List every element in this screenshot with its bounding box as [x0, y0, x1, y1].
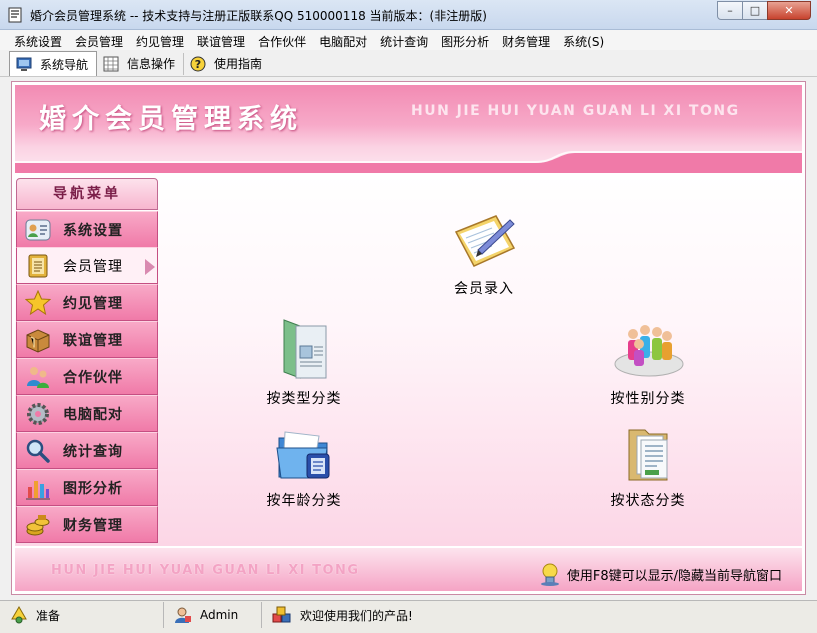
- by-type-label: 按类型分类: [266, 391, 342, 407]
- banner: 婚介会员管理系统 HUN JIE HUI YUAN GUAN LI XI TON…: [15, 85, 802, 173]
- menu-computer-matching[interactable]: 电脑配对: [313, 30, 374, 50]
- nav-item-label: 图形分析: [63, 480, 123, 497]
- content-area: 导航菜单 系统设置 会员管理 约见管理 联谊管理 合作伙伴 电脑配对 统计查询 …: [15, 174, 802, 546]
- tab-system-navigation[interactable]: 系统导航: [9, 51, 98, 76]
- status-message: 欢迎使用我们的产品!: [262, 602, 817, 628]
- by-gender-button[interactable]: 按性别分类: [603, 316, 693, 408]
- box-icon: [26, 328, 50, 353]
- status-ready-text: 准备: [36, 608, 61, 623]
- people-group-icon: [614, 325, 684, 377]
- minimize-button[interactable]: –: [717, 1, 743, 20]
- lightbulb-icon: [540, 563, 559, 586]
- status-bar: 准备 Admin 欢迎使用我们的产品!: [0, 600, 817, 633]
- menu-system[interactable]: 系统(S): [557, 30, 611, 50]
- partners-icon: [27, 366, 49, 388]
- folder-document-icon: [283, 319, 327, 379]
- gear-icon: [27, 402, 49, 425]
- nav-item-finance-management[interactable]: 财务管理: [16, 506, 158, 543]
- nav-item-label: 统计查询: [63, 443, 123, 460]
- banner-wave: [15, 151, 802, 173]
- nav-item-system-settings[interactable]: 系统设置: [16, 211, 158, 248]
- menu-finance-management[interactable]: 财务管理: [496, 30, 557, 50]
- menu-appointment-management[interactable]: 约见管理: [130, 30, 191, 50]
- restore-button[interactable]: □: [742, 1, 768, 20]
- nav-item-label: 联谊管理: [63, 332, 123, 349]
- nav-item-label: 约见管理: [63, 295, 123, 312]
- tab-label: 系统导航: [40, 57, 89, 72]
- nav-menu-header: 导航菜单: [16, 178, 158, 210]
- folder-papers-icon: [628, 429, 668, 481]
- status-ready-icon: [11, 606, 27, 624]
- by-status-button[interactable]: 按状态分类: [603, 424, 693, 510]
- close-button[interactable]: ✕: [767, 1, 811, 20]
- nav-item-label: 系统设置: [63, 222, 123, 239]
- member-entry-label: 会员录入: [454, 281, 514, 297]
- magnifier-icon: [26, 439, 50, 463]
- nav-item-appointment-management[interactable]: 约见管理: [16, 284, 158, 321]
- star-icon: [25, 289, 51, 315]
- svg-text:?: ?: [195, 58, 201, 71]
- monitor-icon: [16, 57, 32, 71]
- nav-item-social-management[interactable]: 联谊管理: [16, 321, 158, 358]
- toolbar: 系统导航 信息操作 ? 使用指南: [0, 50, 817, 77]
- status-user-text: Admin: [200, 608, 239, 622]
- menu-social-management[interactable]: 联谊管理: [191, 30, 252, 50]
- nav-item-computer-matching[interactable]: 电脑配对: [16, 395, 158, 432]
- by-type-button[interactable]: 按类型分类: [259, 316, 349, 408]
- nav-item-graph-analysis[interactable]: 图形分析: [16, 469, 158, 506]
- window-title: 婚介会员管理系统 -- 技术支持与注册正版联系QQ 510000118 当前版本…: [30, 9, 487, 23]
- help-icon: ?: [190, 56, 206, 71]
- navigation-window: 婚介会员管理系统 HUN JIE HUI YUAN GUAN LI XI TON…: [11, 81, 806, 595]
- status-message-text: 欢迎使用我们的产品!: [300, 608, 413, 623]
- tab-label: 使用指南: [214, 57, 263, 71]
- menu-statistics-query[interactable]: 统计查询: [374, 30, 435, 50]
- banner-subtitle: HUN JIE HUI YUAN GUAN LI XI TONG: [411, 103, 740, 119]
- users-settings-icon: [25, 219, 51, 240]
- selected-arrow-icon: [145, 259, 155, 275]
- nav-menu: 导航菜单 系统设置 会员管理 约见管理 联谊管理 合作伙伴 电脑配对 统计查询 …: [15, 174, 158, 546]
- footer-band: HUN JIE HUI YUAN GUAN LI XI TONG 使用F8键可以…: [15, 546, 802, 591]
- user-icon: [175, 607, 191, 623]
- by-gender-label: 按性别分类: [610, 391, 686, 407]
- app-icon: [8, 7, 22, 23]
- bar-chart-icon: [26, 480, 50, 499]
- f8-tip: 使用F8键可以显示/隐藏当前导航窗口: [539, 562, 782, 586]
- f8-tip-text: 使用F8键可以显示/隐藏当前导航窗口: [566, 568, 782, 584]
- nav-item-label: 财务管理: [63, 517, 123, 534]
- cubes-icon: [272, 606, 291, 623]
- by-age-button[interactable]: 按年龄分类: [259, 424, 349, 510]
- status-user: Admin: [164, 602, 262, 628]
- title-bar: 婚介会员管理系统 -- 技术支持与注册正版联系QQ 510000118 当前版本…: [0, 0, 817, 30]
- menu-member-management[interactable]: 会员管理: [69, 30, 130, 50]
- menu-bar: 系统设置 会员管理 约见管理 联谊管理 合作伙伴 电脑配对 统计查询 图形分析 …: [0, 30, 817, 50]
- tab-info-operation[interactable]: 信息操作: [97, 51, 183, 76]
- nav-item-label: 会员管理: [63, 258, 123, 275]
- by-status-label: 按状态分类: [610, 493, 686, 509]
- blue-folder-icon: [276, 431, 330, 479]
- menu-partners[interactable]: 合作伙伴: [252, 30, 313, 50]
- clipboard-pen-icon: [454, 215, 516, 267]
- footer-text: HUN JIE HUI YUAN GUAN LI XI TONG: [51, 563, 360, 578]
- tab-user-guide[interactable]: ? 使用指南: [184, 51, 270, 76]
- member-entry-button[interactable]: 会员录入: [439, 210, 529, 298]
- nav-item-label: 合作伙伴: [63, 369, 123, 386]
- coins-icon: [26, 514, 50, 535]
- by-age-label: 按年龄分类: [266, 493, 342, 509]
- nav-item-partners[interactable]: 合作伙伴: [16, 358, 158, 395]
- status-ready: 准备: [0, 602, 164, 628]
- grid-icon: [103, 56, 119, 71]
- nav-item-member-management[interactable]: 会员管理: [16, 247, 158, 284]
- banner-title: 婚介会员管理系统: [39, 104, 303, 135]
- menu-graph-analysis[interactable]: 图形分析: [435, 30, 496, 50]
- menu-system-settings[interactable]: 系统设置: [8, 30, 69, 50]
- nav-item-statistics-query[interactable]: 统计查询: [16, 432, 158, 469]
- nav-item-label: 电脑配对: [63, 406, 123, 423]
- tab-label: 信息操作: [127, 57, 176, 71]
- notebook-icon: [28, 254, 48, 277]
